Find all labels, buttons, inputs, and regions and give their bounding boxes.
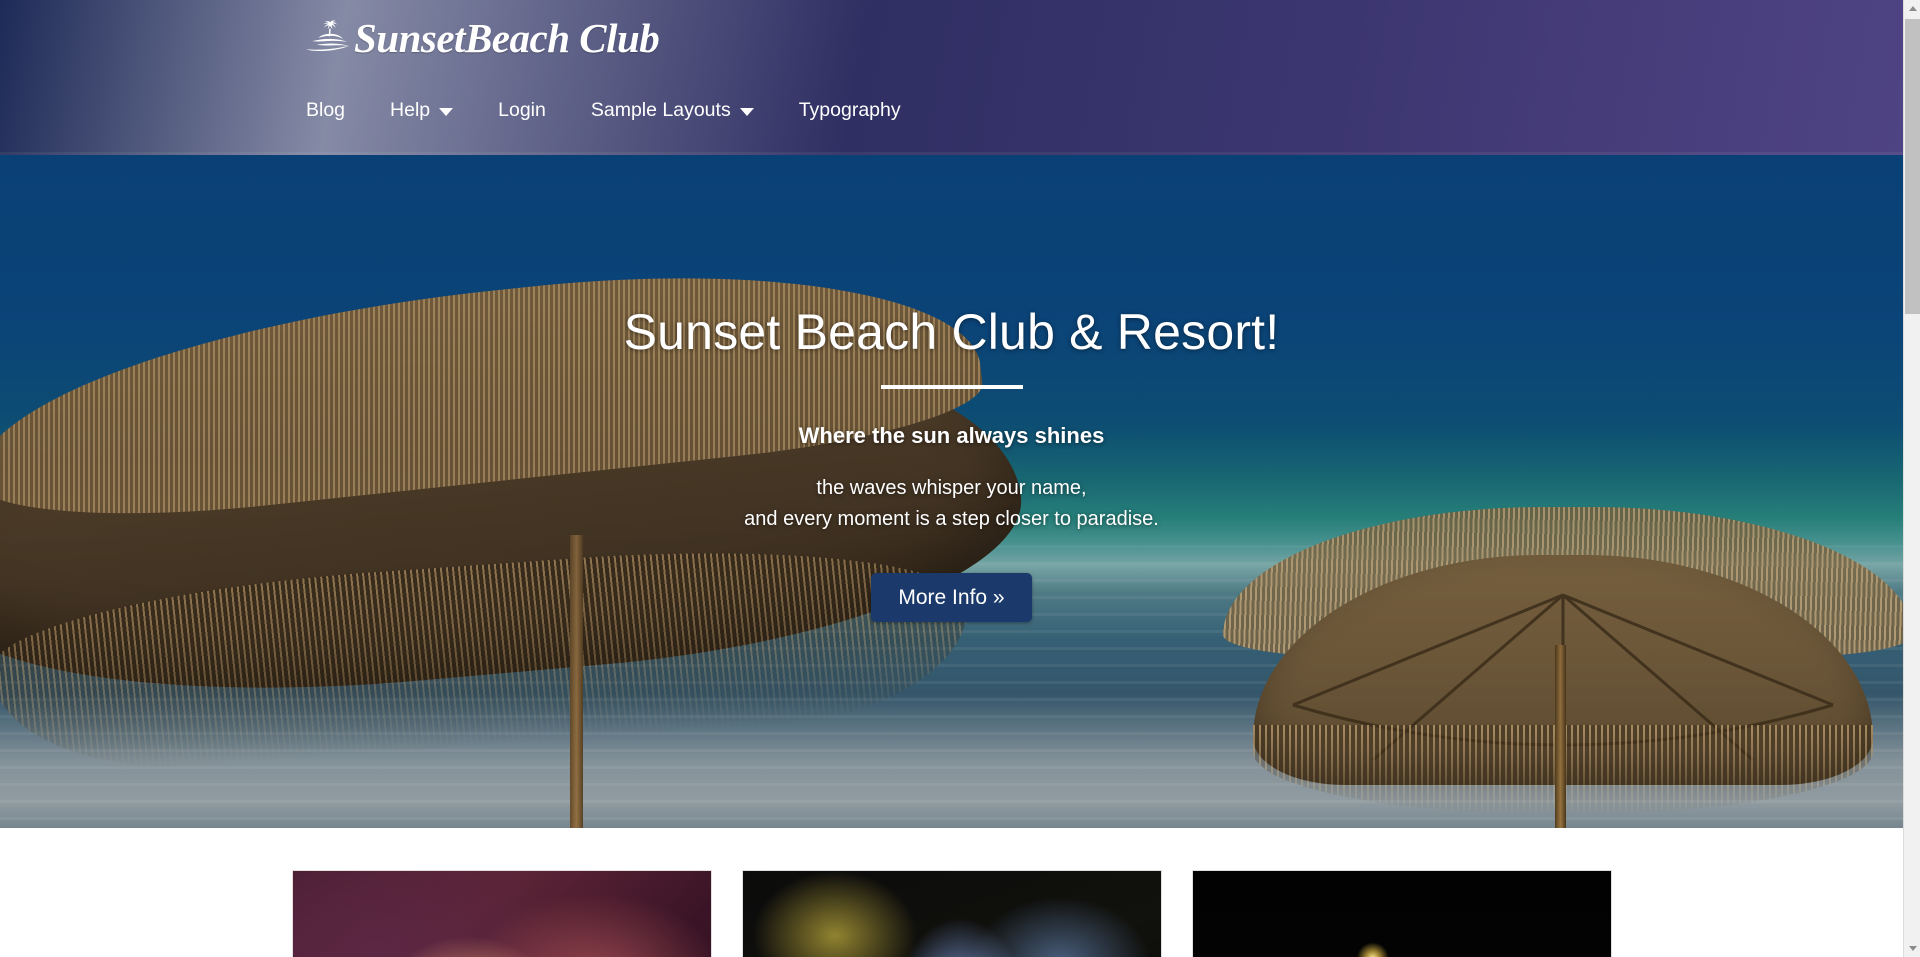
main-navigation: Blog Help Login Sample Layouts Typograph… [306, 97, 901, 125]
space-nebula-dark-image [742, 871, 1161, 957]
hero-subtext-line1: the waves whisper your name, [816, 477, 1087, 499]
nav-item-blog[interactable]: Blog [306, 97, 345, 125]
feature-card-1[interactable] [291, 870, 712, 957]
nav-item-typography[interactable]: Typography [799, 97, 901, 125]
scroll-down-arrow-icon [1908, 946, 1917, 951]
page-scrollbar[interactable] [1903, 0, 1920, 957]
nav-item-login[interactable]: Login [498, 97, 546, 125]
feature-cards-row [291, 870, 1612, 957]
hero-lead-text: Where the sun always shines [798, 423, 1105, 448]
hero-content: Sunset Beach Club & Resort! Where the su… [0, 305, 1903, 622]
page-content: SunsetBeach Club Blog Help Login Sample … [0, 0, 1903, 957]
scrollbar-thumb[interactable] [1905, 19, 1920, 314]
feature-card-2[interactable] [741, 870, 1162, 957]
nav-item-help-label: Help [390, 99, 431, 121]
chevron-down-icon [739, 107, 754, 116]
space-nebula-magenta-image [292, 871, 711, 957]
nav-item-sample-layouts-label: Sample Layouts [590, 99, 731, 121]
scroll-up-arrow-icon [1908, 6, 1917, 11]
hero-banner: Sunset Beach Club & Resort! Where the su… [0, 155, 1903, 828]
hero-subtext-line2: and every moment is a step closer to par… [744, 508, 1159, 530]
more-info-button[interactable]: More Info » [871, 573, 1032, 622]
nav-item-help[interactable]: Help [390, 97, 454, 125]
feature-card-3[interactable] [1191, 870, 1612, 957]
nav-item-login-label: Login [498, 99, 546, 121]
space-starburst-image [1192, 871, 1611, 957]
site-header: SunsetBeach Club Blog Help Login Sample … [0, 0, 1903, 155]
chevron-down-icon [439, 107, 454, 116]
hero-subtext: the waves whisper your name, and every m… [0, 473, 1903, 535]
hero-divider [880, 385, 1023, 389]
palm-island-icon [306, 19, 350, 58]
scroll-down-button[interactable] [1904, 940, 1920, 957]
browser-viewport: SunsetBeach Club Blog Help Login Sample … [0, 0, 1920, 957]
nav-item-blog-label: Blog [306, 99, 346, 121]
site-logo[interactable]: SunsetBeach Club [306, 15, 660, 61]
feature-cards-section [0, 828, 1903, 957]
nav-item-sample-layouts[interactable]: Sample Layouts [591, 97, 754, 125]
hero-title: Sunset Beach Club & Resort! [623, 304, 1280, 360]
site-logo-text: SunsetBeach Club [354, 15, 660, 61]
nav-item-typography-label: Typography [798, 99, 901, 121]
scroll-up-button[interactable] [1904, 0, 1920, 17]
